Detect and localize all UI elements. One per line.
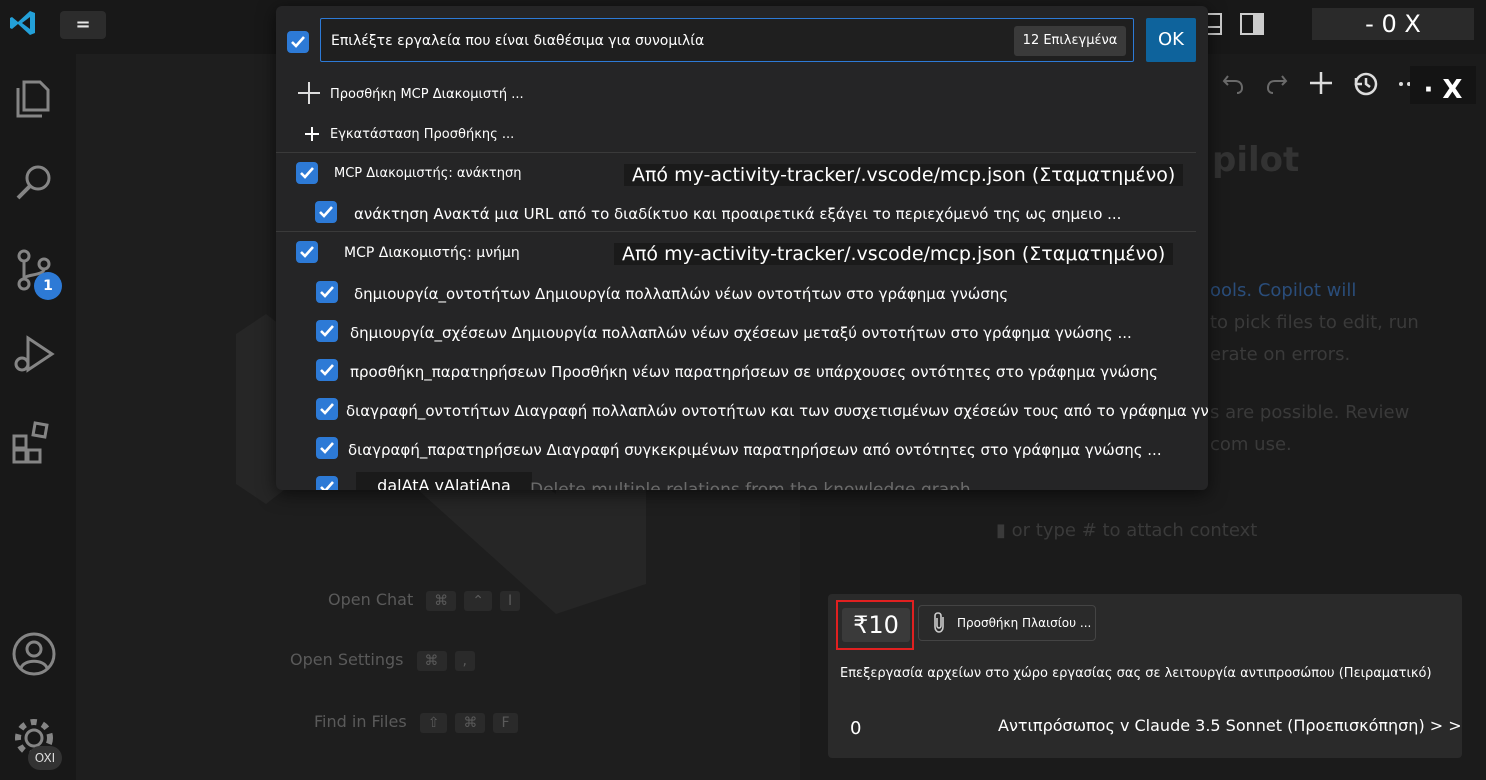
undo-icon[interactable] bbox=[1220, 70, 1246, 96]
vscode-logo-icon bbox=[10, 11, 35, 35]
group-source-memory: Από my-activity-tracker/.vscode/mcp.json… bbox=[614, 243, 1174, 265]
group-source-fetch: Από my-activity-tracker/.vscode/mcp.json… bbox=[624, 164, 1184, 186]
tool-label-delete-entities: διαγραφή_οντοτήτων Διαγραφή πολλαπλών ον… bbox=[346, 402, 1208, 420]
tool-checkbox[interactable] bbox=[316, 281, 338, 303]
add-context-label: Προσθήκη Πλαισίου ... bbox=[957, 616, 1092, 630]
check-icon bbox=[320, 364, 334, 376]
check-icon bbox=[291, 36, 305, 48]
divider bbox=[276, 152, 1196, 153]
chat-text-ghost-1: to pick files to edit, run bbox=[1210, 312, 1419, 333]
agent-mode-description: Επεξεργασία αρχείων στο χώρο εργασίας σα… bbox=[840, 666, 1432, 681]
tools-counter-button[interactable]: ₹10 bbox=[842, 608, 910, 642]
install-extension-plus-icon bbox=[305, 127, 319, 141]
run-debug-icon[interactable] bbox=[10, 330, 58, 378]
check-icon bbox=[320, 286, 334, 298]
settings-badge: OXI bbox=[28, 746, 62, 770]
chat-text-ghost-4: com use. bbox=[1210, 434, 1292, 455]
agent-model-selector[interactable]: Αντιπρόσωπος v Claude 3.5 Sonnet (Προεπι… bbox=[998, 716, 1462, 735]
tool-checkbox[interactable] bbox=[316, 320, 338, 342]
menu-button[interactable]: = bbox=[60, 11, 106, 39]
source-control-badge: 1 bbox=[34, 272, 62, 300]
chat-text-ghost-3: s are possible. Review bbox=[1210, 402, 1410, 423]
chat-toolbar bbox=[1220, 70, 1422, 96]
tool-label-partial: dalAtA vAlatiAna bbox=[356, 472, 532, 490]
shortcut-open-chat: Open Chat ⌘ ⌃ I bbox=[328, 590, 521, 611]
shortcut-find-in-files: Find in Files ⇧ ⌘ F bbox=[314, 712, 518, 733]
explorer-icon[interactable] bbox=[10, 74, 58, 122]
group-label-memory: MCP Διακομιστής: μνήμη bbox=[344, 245, 520, 261]
new-chat-plus-icon[interactable] bbox=[1308, 70, 1334, 96]
search-icon[interactable] bbox=[10, 158, 58, 206]
tool-filter-text: Επιλέξτε εργαλεία που είναι διαθέσιμα γι… bbox=[331, 33, 705, 49]
tool-filter-input[interactable]: Επιλέξτε εργαλεία που είναι διαθέσιμα γι… bbox=[320, 18, 1134, 62]
tool-description-partial: Delete multiple relations from the knowl… bbox=[530, 480, 971, 490]
chat-title-ghost: pilot bbox=[1212, 140, 1300, 180]
group-checkbox-fetch[interactable] bbox=[296, 162, 318, 184]
chat-link-ghost: ools. Copilot will bbox=[1210, 280, 1357, 301]
check-icon bbox=[320, 442, 334, 454]
add-mcp-server-action[interactable]: Προσθήκη MCP Διακομιστή ... bbox=[330, 87, 524, 102]
history-icon[interactable] bbox=[1352, 70, 1378, 96]
tool-label-create-relations: δημιουργία_σχέσεων Δημιουργία πολλαπλών … bbox=[350, 324, 1132, 342]
tool-checkbox[interactable] bbox=[316, 398, 338, 420]
ok-button[interactable]: OK bbox=[1146, 18, 1196, 62]
chat-attach-hint-ghost: ▮ or type # to attach context bbox=[996, 520, 1258, 541]
tool-quick-pick: Επιλέξτε εργαλεία που είναι διαθέσιμα γι… bbox=[276, 6, 1208, 490]
selected-count-badge: 12 Επιλεγμένα bbox=[1014, 26, 1126, 56]
check-icon bbox=[319, 206, 333, 218]
tool-checkbox[interactable] bbox=[315, 201, 337, 223]
check-icon bbox=[300, 167, 314, 179]
tool-label-fetch: ανάκτηση Ανακτά μια URL από το διαδίκτυο… bbox=[354, 205, 1122, 223]
window-controls[interactable]: - 0 X bbox=[1312, 8, 1474, 40]
check-icon bbox=[300, 246, 314, 258]
tool-checkbox[interactable] bbox=[316, 359, 338, 381]
group-label-fetch: MCP Διακομιστής: ανάκτηση bbox=[334, 166, 522, 181]
tool-checkbox[interactable] bbox=[316, 437, 338, 459]
add-context-button[interactable]: Προσθήκη Πλαισίου ... bbox=[918, 605, 1096, 641]
chat-close-button[interactable]: · X bbox=[1410, 66, 1476, 105]
extensions-icon[interactable] bbox=[10, 418, 58, 466]
add-server-plus-icon bbox=[298, 82, 320, 104]
tool-label-create-entities: δημιουργία_οντοτήτων Δημιουργία πολλαπλώ… bbox=[354, 285, 1009, 303]
toggle-secondary-sidebar-icon[interactable] bbox=[1238, 10, 1266, 38]
tool-label-add-observations: προσθήκη_παρατηρήσεων Προσθήκη νέων παρα… bbox=[350, 363, 1158, 381]
chat-text-ghost-2: erate on errors. bbox=[1210, 344, 1351, 365]
tool-label-delete-observations: διαγραφή_παρατηρήσεων Διαγραφή συγκεκριμ… bbox=[348, 441, 1162, 459]
shortcut-open-settings: Open Settings ⌘, bbox=[290, 650, 475, 671]
paperclip-icon bbox=[934, 612, 944, 633]
check-icon bbox=[320, 325, 334, 337]
check-icon bbox=[320, 403, 334, 415]
divider bbox=[276, 231, 1196, 232]
check-icon bbox=[320, 481, 334, 490]
account-icon[interactable] bbox=[10, 630, 58, 678]
mode-indicator: 0 bbox=[850, 718, 862, 739]
activity-bar: 1 bbox=[0, 54, 76, 780]
tool-checkbox[interactable] bbox=[316, 476, 338, 490]
select-all-checkbox[interactable] bbox=[287, 31, 309, 53]
group-checkbox-memory[interactable] bbox=[296, 241, 318, 263]
install-extension-action[interactable]: Εγκατάσταση Προσθήκης ... bbox=[330, 127, 514, 142]
redo-icon[interactable] bbox=[1264, 70, 1290, 96]
